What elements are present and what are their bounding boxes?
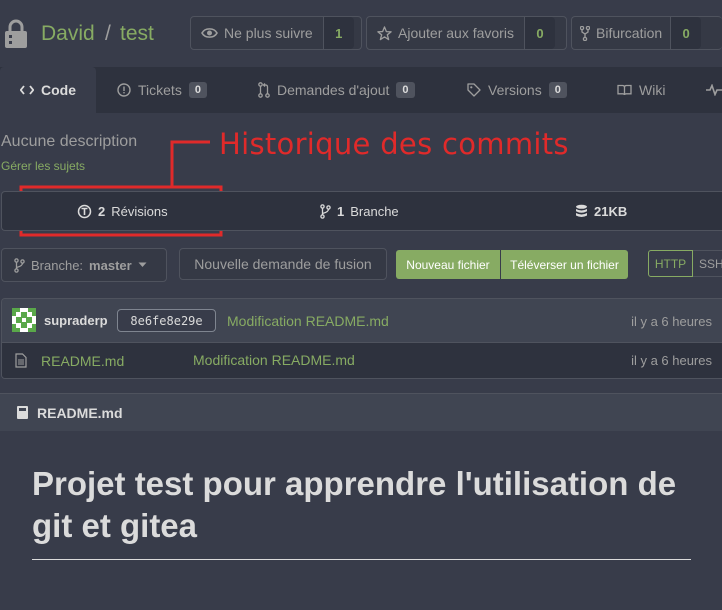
pulse-icon bbox=[706, 84, 722, 96]
eye-icon bbox=[201, 27, 218, 39]
book-icon bbox=[16, 405, 29, 420]
code-icon bbox=[20, 85, 34, 95]
current-branch: master bbox=[89, 257, 132, 273]
fork-icon bbox=[580, 25, 590, 41]
unwatch-button[interactable]: Ne plus suivre 1 bbox=[190, 16, 362, 50]
repo-tab-bar: Code Tickets 0 Demandes d'ajout 0 Versio… bbox=[0, 67, 722, 113]
star-count[interactable]: 0 bbox=[524, 17, 555, 49]
new-file-button[interactable]: Nouveau fichier bbox=[396, 250, 500, 279]
pull-request-icon bbox=[258, 82, 270, 98]
unwatch-label: Ne plus suivre bbox=[224, 25, 313, 41]
star-button[interactable]: Ajouter aux favoris 0 bbox=[366, 16, 567, 50]
lock-icon bbox=[4, 19, 28, 49]
commit-time: il y a 6 heures bbox=[631, 314, 712, 329]
readme-heading: Projet test pour apprendre l'utilisation… bbox=[32, 465, 677, 544]
branch-selector[interactable]: Branche: master bbox=[1, 248, 167, 282]
branch-icon bbox=[320, 203, 331, 219]
tag-icon bbox=[467, 83, 481, 97]
star-label: Ajouter aux favoris bbox=[398, 25, 514, 41]
path-separator: / bbox=[105, 22, 111, 45]
tab-releases-label: Versions bbox=[488, 82, 542, 98]
repo-header: David / test Ne plus suivre 1 Ajouter au… bbox=[0, 0, 722, 67]
book-icon bbox=[617, 84, 632, 96]
commits-label: Révisions bbox=[111, 203, 168, 219]
history-icon bbox=[77, 204, 92, 219]
avatar[interactable] bbox=[12, 308, 36, 332]
star-icon bbox=[377, 25, 392, 41]
repo-owner-link[interactable]: David bbox=[41, 22, 95, 46]
tab-issues-label: Tickets bbox=[138, 82, 182, 98]
database-icon bbox=[575, 204, 588, 219]
file-commit-message-link[interactable]: Modification README.md bbox=[193, 352, 355, 368]
annotation-label: Historique des commits bbox=[219, 127, 569, 161]
repo-size: 21KB bbox=[594, 203, 628, 219]
file-name-link[interactable]: README.md bbox=[41, 353, 124, 369]
size-stat: 21KB bbox=[575, 192, 627, 230]
repo-stats-bar: 2 Révisions 1 Branche 21KB bbox=[1, 191, 722, 231]
branch-selector-label: Branche: bbox=[31, 257, 84, 273]
issue-icon bbox=[117, 83, 131, 97]
readme-header: README.md bbox=[0, 393, 722, 431]
commit-message-link[interactable]: Modification README.md bbox=[227, 313, 389, 329]
commits-count: 2 bbox=[98, 203, 106, 219]
branch-icon bbox=[14, 257, 25, 273]
heading-divider bbox=[32, 559, 691, 560]
tab-issues[interactable]: Tickets 0 bbox=[117, 67, 207, 113]
repo-description: Aucune description bbox=[1, 133, 138, 150]
issues-count-badge: 0 bbox=[188, 82, 207, 98]
tab-code-label: Code bbox=[41, 82, 76, 98]
new-pull-request-button[interactable]: Nouvelle demande de fusion bbox=[179, 248, 387, 280]
chevron-down-icon bbox=[138, 262, 147, 268]
pulls-count-badge: 0 bbox=[396, 82, 415, 98]
readme-content: Projet test pour apprendre l'utilisation… bbox=[0, 431, 722, 610]
file-commit-time: il y a 6 heures bbox=[631, 353, 712, 368]
ssh-clone-button[interactable]: SSH bbox=[693, 250, 722, 277]
commit-sha-button[interactable]: 8e6fe8e29e bbox=[117, 309, 216, 332]
file-icon bbox=[15, 353, 27, 368]
fork-label: Bifurcation bbox=[596, 25, 663, 41]
fork-button[interactable]: Bifurcation 0 bbox=[571, 16, 722, 50]
http-clone-button[interactable]: HTTP bbox=[648, 250, 693, 277]
tab-activity[interactable] bbox=[706, 67, 722, 113]
tab-code[interactable]: Code bbox=[0, 67, 96, 113]
releases-count-badge: 0 bbox=[548, 82, 567, 98]
table-row: README.md Modification README.md il y a … bbox=[2, 342, 722, 378]
readme-title: README.md bbox=[37, 405, 123, 421]
tab-pull-requests-label: Demandes d'ajout bbox=[277, 82, 390, 98]
file-table: supraderp 8e6fe8e29e Modification README… bbox=[1, 298, 722, 379]
tab-releases[interactable]: Versions 0 bbox=[467, 67, 567, 113]
branches-stat-link[interactable]: 1 Branche bbox=[320, 192, 399, 230]
commit-author[interactable]: supraderp bbox=[44, 313, 108, 328]
upload-file-button[interactable]: Téléverser un fichier bbox=[501, 250, 628, 279]
latest-commit-row: supraderp 8e6fe8e29e Modification README… bbox=[2, 299, 722, 342]
fork-count[interactable]: 0 bbox=[671, 17, 702, 49]
manage-topics-link[interactable]: Gérer les sujets bbox=[1, 159, 85, 173]
tab-wiki-label: Wiki bbox=[639, 82, 666, 98]
tab-pull-requests[interactable]: Demandes d'ajout 0 bbox=[258, 67, 415, 113]
repo-name-link[interactable]: test bbox=[120, 22, 154, 46]
branches-label: Branche bbox=[350, 203, 399, 219]
watch-count[interactable]: 1 bbox=[323, 17, 354, 49]
branches-count: 1 bbox=[337, 203, 345, 219]
tab-wiki[interactable]: Wiki bbox=[617, 67, 665, 113]
commits-stat-link[interactable]: 2 Révisions bbox=[77, 192, 168, 230]
